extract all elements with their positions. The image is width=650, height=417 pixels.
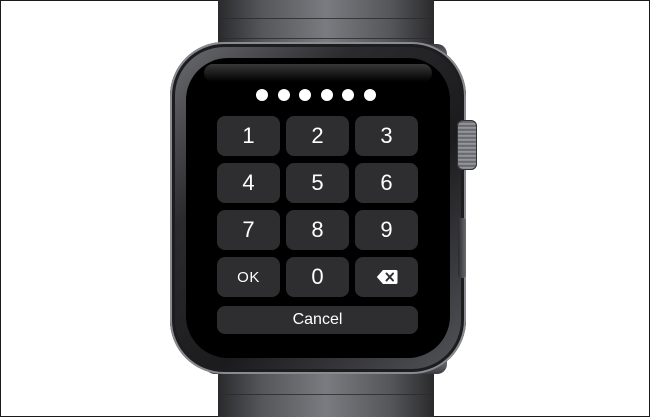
key-4[interactable]: 4 [217,163,280,203]
key-0[interactable]: 0 [286,257,349,297]
key-3[interactable]: 3 [355,116,418,156]
delete-button[interactable] [355,257,418,297]
key-2[interactable]: 2 [286,116,349,156]
watch-screen: 1 2 3 4 5 6 7 8 9 OK 0 Cancel [186,58,450,358]
digital-crown[interactable] [457,120,477,170]
backspace-icon [376,270,397,284]
passcode-dot [363,89,376,101]
key-7[interactable]: 7 [217,210,280,250]
side-button[interactable] [458,218,466,278]
passcode-dot [256,89,268,101]
passcode-dot [320,89,333,101]
ok-button[interactable]: OK [217,257,280,297]
passcode-dot [299,89,312,101]
passcode-dots [256,89,376,103]
passcode-dot [277,89,290,101]
key-5[interactable]: 5 [286,163,349,203]
passcode-dot [342,89,355,101]
key-6[interactable]: 6 [355,163,418,203]
key-9[interactable]: 9 [355,210,418,250]
key-1[interactable]: 1 [217,116,280,156]
key-8[interactable]: 8 [286,210,349,250]
cancel-button[interactable]: Cancel [217,306,418,334]
screen-glare [204,64,432,82]
